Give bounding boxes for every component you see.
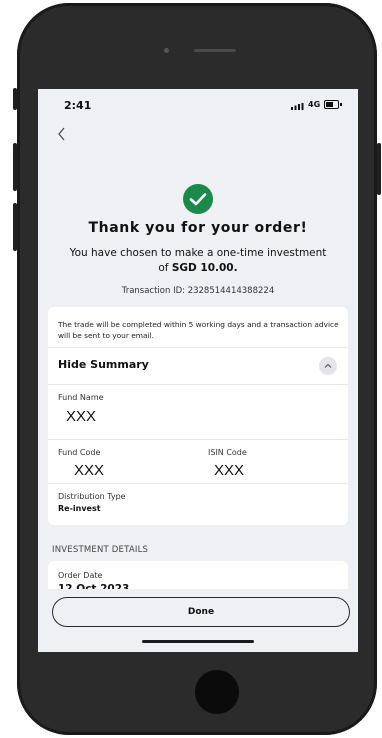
- fund-code-value: XXX: [74, 462, 105, 479]
- distribution-type-value: Re-invest: [58, 504, 101, 513]
- signal-icon: [291, 103, 304, 110]
- investment-details-heading: INVESTMENT DETAILS: [52, 545, 149, 555]
- transaction-id: Transaction ID: 2328514414388224: [121, 286, 275, 296]
- collapse-summary-button[interactable]: [319, 357, 337, 375]
- done-button[interactable]: Done: [52, 597, 350, 627]
- order-date-label: Order Date: [58, 571, 103, 580]
- back-button[interactable]: [56, 125, 76, 143]
- success-check-icon: [183, 184, 213, 214]
- divider: [48, 439, 348, 440]
- home-button[interactable]: [195, 670, 239, 714]
- status-time: 2:41: [64, 99, 92, 112]
- chevron-up-icon: [324, 363, 332, 368]
- phone-side-button: [13, 203, 17, 251]
- network-label: 4G: [308, 100, 321, 109]
- amount-prefix: of: [158, 262, 169, 274]
- isin-code-label: ISIN Code: [208, 448, 247, 457]
- divider: [48, 483, 348, 484]
- phone-side-button: [13, 143, 17, 191]
- phone-power-button: [377, 143, 381, 195]
- battery-icon: [324, 100, 342, 109]
- divider: [48, 384, 348, 385]
- investment-amount: SGD 10.00.: [171, 262, 238, 274]
- confirmation-message-line: You have chosen to make a one-time inves…: [69, 247, 327, 259]
- front-camera: [164, 48, 169, 53]
- confirmation-title: Thank you for your order!: [88, 220, 308, 236]
- app-screen: 2:41 4G Thank you for your order! You ha…: [38, 89, 358, 652]
- summary-card: The trade will be completed within 5 wor…: [48, 307, 348, 525]
- fund-name-label: Fund Name: [58, 393, 104, 402]
- status-bar: 2:41 4G: [38, 89, 358, 119]
- home-indicator: [142, 640, 254, 643]
- isin-code-value: XXX: [214, 462, 245, 479]
- confirmation-amount-line: of SGD 10.00.: [38, 261, 358, 276]
- speaker-grille: [194, 49, 236, 52]
- distribution-type-label: Distribution Type: [58, 492, 126, 501]
- phone-side-button: [13, 88, 17, 110]
- back-chevron-icon: [58, 127, 65, 141]
- fund-code-label: Fund Code: [58, 448, 101, 457]
- hide-summary-toggle[interactable]: Hide Summary: [58, 358, 149, 371]
- fund-name-value: XXX: [66, 408, 97, 425]
- summary-note: The trade will be completed within 5 wor…: [58, 320, 339, 340]
- confirmation-message: You have chosen to make a one-time inves…: [38, 246, 358, 276]
- divider: [48, 347, 348, 348]
